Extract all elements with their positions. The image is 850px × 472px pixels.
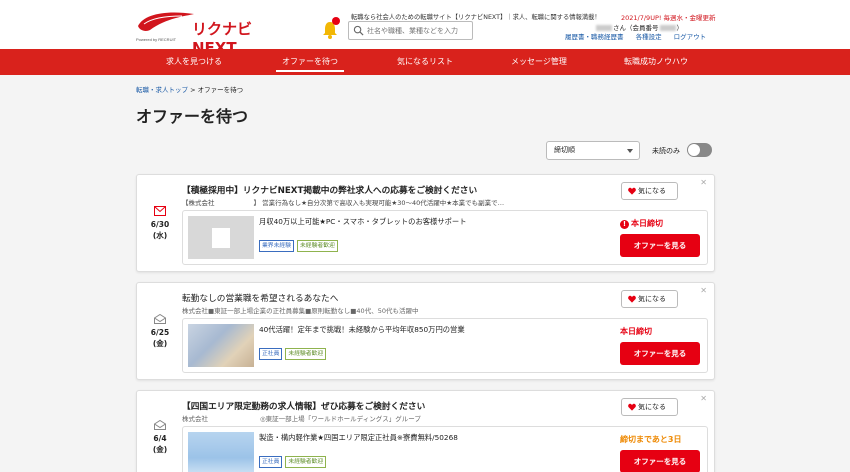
job-summary[interactable]: 40代活躍！定年まで挑戦！未経験から平均年収850万円の営業 正社員 未経験者歓迎…	[182, 318, 708, 373]
page-title: オファーを待つ	[136, 107, 249, 126]
offer-company: 株式会社 ◎東証一部上場「ワールドホールディングス」グループ	[182, 415, 421, 423]
header: リクナビNEXT Powered by RECRUIT 転職なら社会人のための転…	[0, 0, 850, 57]
job-thumbnail	[188, 432, 254, 472]
view-offer-button[interactable]: オファーを見る	[620, 342, 700, 365]
job-summary[interactable]: 製造・構内軽作業★四国エリア限定正社員※寮費無料/50268 正社員 未経験者歓迎…	[182, 426, 708, 472]
favorite-button[interactable]: 気になる	[621, 290, 678, 308]
search-box[interactable]	[348, 21, 473, 40]
favorite-button[interactable]: 気になる	[621, 182, 678, 200]
search-icon	[353, 25, 364, 36]
tag: 未経験者歓迎	[285, 348, 327, 360]
favorite-button[interactable]: 気になる	[621, 398, 678, 416]
deadline: ! 本日締切	[620, 218, 663, 229]
powered-by: Powered by RECRUIT	[136, 37, 177, 42]
offer-company: 株式会社■東証一部上場企業の正社員募集■原則転勤なし■40代、50代も活躍中	[182, 307, 419, 315]
close-icon[interactable]: ✕	[700, 394, 707, 403]
breadcrumb-home[interactable]: 転職・求人トップ	[136, 86, 188, 94]
nav-messages[interactable]: メッセージ管理	[511, 49, 567, 75]
offer-title[interactable]: 【積極採用中】リクナビNEXT掲載中の弊社求人への応募をご検討ください	[182, 183, 477, 196]
close-icon[interactable]: ✕	[700, 286, 707, 295]
date-text: 6/30	[150, 220, 170, 229]
tag: 未経験者歓迎	[297, 240, 338, 252]
update-notice: 2021/7/9UP! 毎週水・金曜更新	[621, 14, 716, 22]
toggle-knob	[688, 144, 700, 156]
job-title: 40代活躍！定年まで挑戦！未経験から平均年収850万円の営業	[259, 325, 465, 334]
favorite-label: 気になる	[638, 403, 666, 411]
sort-select[interactable]: 締切順	[546, 141, 640, 160]
heart-icon	[628, 295, 636, 303]
nav-success-tips[interactable]: 転職成功ノウハウ	[624, 49, 688, 75]
tag: 未経験者歓迎	[285, 456, 327, 468]
day-of-week: (水)	[152, 231, 168, 240]
offer-date: 6/4 (金)	[147, 433, 173, 455]
day-of-week: (金)	[152, 445, 168, 454]
alert-icon: !	[620, 220, 629, 229]
favorite-label: 気になる	[638, 187, 666, 195]
sort-selected: 締切順	[554, 146, 575, 154]
heart-icon	[628, 403, 636, 411]
read-mail-icon	[154, 420, 166, 430]
job-summary[interactable]: 月収40万以上可能★PC・スマホ・タブレットのお客様サポート 業界未経験 未経験者…	[182, 210, 708, 265]
tag: 正社員	[259, 348, 283, 360]
tag: 正社員	[259, 456, 283, 468]
offer-date: 6/25 (金)	[147, 327, 173, 349]
job-tags: 業界未経験 未経験者歓迎	[259, 232, 341, 252]
breadcrumb-current: オファーを待つ	[197, 86, 244, 94]
notification-badge	[332, 17, 340, 25]
main-nav: 求人を見つける オファーを待つ 気になるリスト メッセージ管理 転職成功ノウハウ	[0, 49, 850, 75]
search-input[interactable]	[367, 24, 471, 38]
link-logout[interactable]: ログアウト	[674, 33, 707, 41]
view-offer-button[interactable]: オファーを見る	[620, 234, 700, 257]
top-links: 履歴書・職務経歴書 各種設定 ログアウト	[565, 31, 716, 41]
close-icon[interactable]: ✕	[700, 178, 707, 187]
date-text: 6/4	[153, 434, 167, 443]
unread-only-label: 未読のみ	[652, 147, 680, 155]
unread-mail-icon	[154, 206, 166, 216]
day-of-week: (金)	[152, 339, 168, 348]
site-tagline: 転職なら社会人のための転職サイト【リクナビNEXT】｜求人、転職に関する情報満載…	[351, 14, 601, 21]
deadline-text: 本日締切	[631, 219, 663, 228]
job-thumbnail	[188, 324, 254, 367]
job-thumbnail	[188, 216, 254, 259]
offer-title[interactable]: 【四国エリア限定勤務の求人情報】ぜひ応募をご検討ください	[182, 399, 425, 412]
rikunabi-next-logo[interactable]: リクナビNEXT Powered by RECRUIT	[136, 10, 286, 57]
job-title: 製造・構内軽作業★四国エリア限定正社員※寮費無料/50268	[259, 433, 458, 442]
link-settings[interactable]: 各種設定	[636, 33, 662, 41]
offer-card[interactable]: ✕ 6/4 (金) 【四国エリア限定勤務の求人情報】ぜひ応募をご検討ください 株…	[136, 390, 715, 472]
job-title: 月収40万以上可能★PC・スマホ・タブレットのお客様サポート	[259, 217, 467, 226]
offer-title[interactable]: 転勤なしの営業職を希望されるあなたへ	[182, 291, 338, 304]
deadline-text: 本日締切	[620, 327, 652, 336]
offer-card[interactable]: ✕ 6/25 (金) 転勤なしの営業職を希望されるあなたへ 株式会社■東証一部上…	[136, 282, 715, 380]
offer-company: 【株式会社 】 営業行為なし★自分次第で高収入も実現可能★30～40代活躍中★本…	[182, 199, 505, 207]
chevron-down-icon	[627, 149, 633, 153]
breadcrumb-sep: >	[188, 86, 198, 94]
job-tags: 正社員 未経験者歓迎	[259, 448, 329, 468]
heart-icon	[628, 187, 636, 195]
nav-find-jobs[interactable]: 求人を見つける	[166, 49, 222, 75]
job-tags: 正社員 未経験者歓迎	[259, 340, 329, 360]
logo-swoosh-icon	[138, 12, 194, 31]
link-resume[interactable]: 履歴書・職務経歴書	[565, 33, 624, 41]
deadline: 締切まであと3日	[620, 434, 682, 445]
tag: 業界未経験	[259, 240, 294, 252]
offer-card[interactable]: ✕ 6/30 (水) 【積極採用中】リクナビNEXT掲載中の弊社求人への応募をご…	[136, 174, 715, 272]
offer-date: 6/30 (水)	[147, 219, 173, 241]
deadline: 本日締切	[620, 326, 652, 337]
deadline-text: 締切まであと3日	[620, 435, 682, 444]
unread-only-toggle[interactable]	[687, 143, 712, 157]
nav-wait-offers[interactable]: オファーを待つ	[276, 49, 344, 75]
breadcrumb: 転職・求人トップ > オファーを待つ	[136, 84, 243, 94]
favorite-label: 気になる	[638, 295, 666, 303]
date-text: 6/25	[150, 328, 170, 337]
building-placeholder-icon	[212, 228, 230, 248]
nav-favorites[interactable]: 気になるリスト	[397, 49, 453, 75]
read-mail-icon	[154, 314, 166, 324]
view-offer-button[interactable]: オファーを見る	[620, 450, 700, 472]
